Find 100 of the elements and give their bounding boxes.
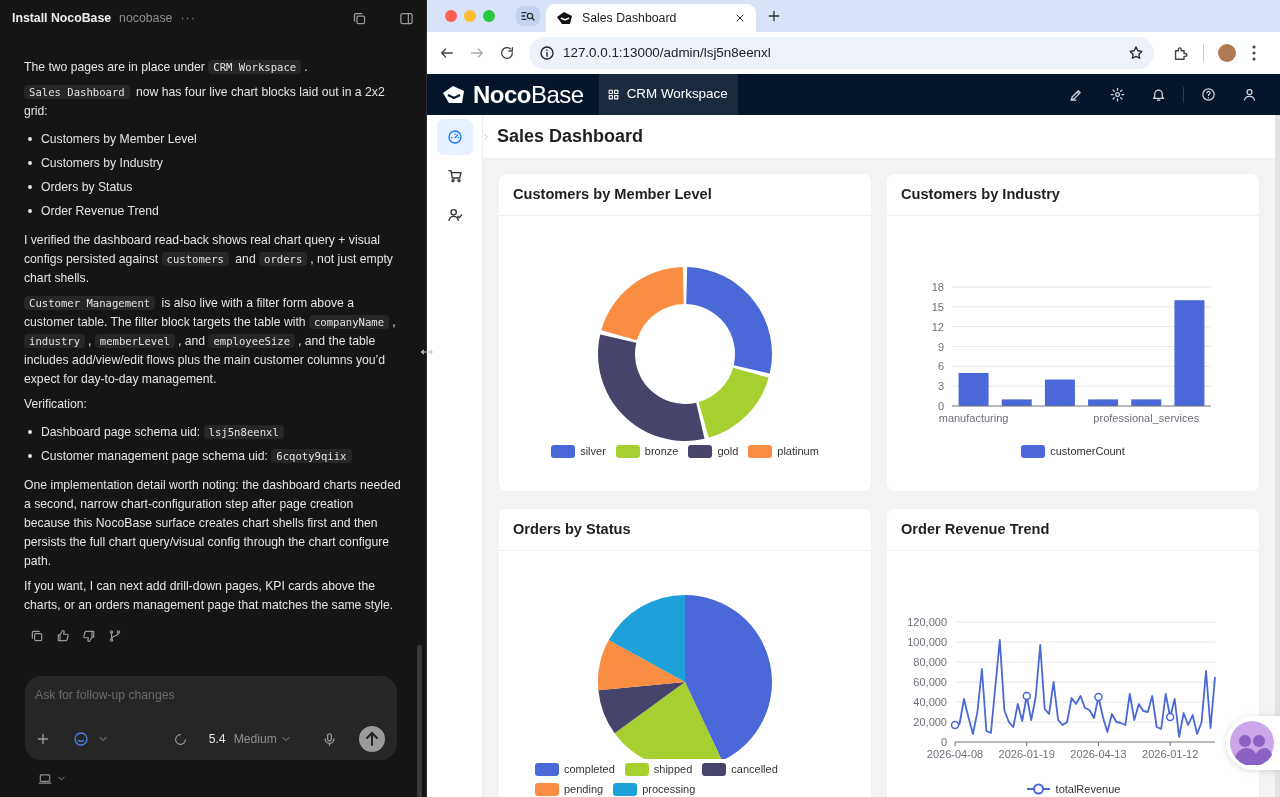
legend-swatch[interactable] (615, 444, 640, 458)
legend-swatch[interactable] (748, 444, 773, 458)
assistant-icon[interactable] (73, 731, 89, 747)
microphone-icon[interactable] (322, 731, 337, 747)
legend-label[interactable]: gold (717, 441, 739, 461)
legend-label[interactable]: customerCount (1050, 441, 1125, 461)
menu-tab[interactable]: CRM Workspace (598, 74, 738, 115)
legend-label[interactable]: platinum (777, 441, 819, 461)
model-version[interactable]: 5.4 (208, 729, 226, 749)
data-point-marker (1165, 712, 1175, 722)
close-tab-button[interactable] (734, 12, 746, 24)
kebab-menu-icon[interactable] (1252, 45, 1256, 61)
bullet-icon (28, 430, 32, 434)
legend-swatch[interactable] (613, 782, 638, 796)
axis-label: 60,000 (913, 676, 947, 688)
assistant-avatar[interactable] (1230, 721, 1274, 765)
list-item: Dashboard page schema uid: lsj5n8eenxl (41, 422, 287, 442)
bullet-icon (28, 185, 32, 189)
scrollbar[interactable] (1275, 115, 1280, 797)
send-button[interactable] (359, 726, 385, 752)
plus-icon[interactable] (35, 731, 51, 747)
card-title: Customers by Member Level (513, 184, 712, 204)
panel-toggle-icon[interactable] (399, 10, 414, 26)
logo-icon (556, 11, 574, 25)
legend-swatch[interactable] (535, 762, 559, 776)
logo-icon (441, 83, 467, 106)
paragraph: Verification: (24, 396, 88, 413)
extension-icon[interactable] (1172, 44, 1189, 62)
data-point-marker (1094, 692, 1103, 702)
bullet-icon (28, 161, 32, 165)
axis-label: 12 (931, 320, 944, 333)
axis-label: 15 (931, 300, 944, 313)
legend-swatch[interactable] (688, 444, 713, 458)
info-icon[interactable] (539, 45, 555, 61)
logo-text: NocoBase (473, 79, 584, 110)
copy-icon[interactable] (352, 10, 367, 26)
copy-icon[interactable] (30, 629, 44, 643)
paragraph: One implementation detail worth noting: the dashboard charts needed a second, narrow chart-configuration step after page creation because this NocoBase surface creates chart shells first and then persists the full chart query/visual config through the chart configure path. (24, 477, 402, 570)
bell-icon[interactable] (1151, 87, 1166, 102)
brush-icon[interactable] (1069, 87, 1084, 102)
legend-label[interactable]: completed (564, 759, 615, 779)
legend-label[interactable]: totalRevenue (1055, 779, 1121, 797)
legend-swatch[interactable] (535, 782, 559, 796)
axis-label: 2026-01-19 (998, 748, 1055, 759)
laptop-icon[interactable] (38, 771, 52, 786)
legend-label[interactable]: pending (564, 779, 604, 797)
user-icon[interactable] (1242, 87, 1257, 102)
help-icon[interactable] (1201, 87, 1216, 102)
list-item: Customer management page schema uid: 6cqoty9qiix (41, 446, 355, 466)
card-title: Customers by Industry (901, 184, 1060, 204)
branch-icon[interactable] (108, 629, 122, 643)
axis-label: 120,000 (907, 616, 947, 628)
data-point-marker (950, 720, 960, 730)
effort-selector[interactable]: Medium (233, 729, 277, 749)
back-button[interactable] (439, 45, 455, 61)
grid-icon (606, 88, 620, 101)
thumbs-up-icon[interactable] (56, 629, 70, 643)
legend-label[interactable]: silver (580, 441, 606, 461)
axis-label: 0 (940, 736, 947, 748)
legend-swatch[interactable] (551, 444, 576, 458)
project-name: nocobase (119, 9, 173, 27)
message-input[interactable]: Ask for follow-up changes (35, 686, 385, 705)
dashboard-icon (446, 129, 463, 145)
axis-label: 80,000 (913, 656, 947, 668)
star-icon[interactable] (1128, 45, 1144, 61)
paragraph: Customer Management is also live with a filter form above a customer table. The filter block targets the table with companyName , industry , memberLevel , and employeeSize , and the table includes add/view/edit flows plus the main customer columns you’d expect for day-to-day management. (24, 295, 397, 388)
reload-button[interactable] (499, 45, 515, 61)
legend-marker[interactable] (1025, 783, 1051, 795)
axis-label: 100,000 (907, 636, 947, 648)
sidebar-item[interactable] (436, 119, 473, 155)
list-item: Orders by Status (41, 178, 133, 196)
axis-label: 9 (937, 340, 944, 353)
legend-swatch[interactable] (702, 762, 727, 776)
bar (1001, 399, 1032, 406)
legend-swatch[interactable] (1021, 444, 1046, 458)
loading-spinner-icon (173, 732, 187, 746)
legend-swatch[interactable] (624, 762, 649, 776)
list-item: Customers by Industry (41, 154, 163, 172)
collapse-toggle-icon[interactable] (481, 131, 491, 142)
thumbs-down-icon[interactable] (82, 629, 96, 643)
axis-label: 40,000 (913, 696, 947, 708)
paragraph: Sales Dashboard now has four live chart blocks laid out in a 2x2 grid: (24, 84, 386, 120)
card-title: Orders by Status (513, 519, 631, 539)
new-tab-button[interactable] (766, 8, 782, 24)
axis-label: 6 (937, 360, 944, 373)
browser-tab[interactable]: Sales Dashboard (546, 4, 756, 32)
users-icon (446, 207, 463, 223)
legend-label[interactable]: bronze (644, 441, 679, 461)
bullet-icon (28, 454, 32, 458)
profile-avatar[interactable] (1218, 44, 1236, 62)
scrollbar[interactable] (417, 645, 422, 797)
page-title: Sales Dashboard (497, 125, 644, 148)
legend-label[interactable]: shipped (653, 759, 693, 779)
tab-search-button[interactable] (516, 6, 540, 26)
legend-label[interactable]: cancelled (731, 759, 778, 779)
paragraph: The two pages are in place under CRM Workspace . (24, 59, 309, 76)
settings-icon[interactable] (1110, 87, 1125, 102)
legend-label[interactable]: processing (642, 779, 696, 797)
more-button[interactable]: ··· (180, 8, 196, 28)
address-bar[interactable]: 127.0.0.1:13000/admin/lsj5n8eenxl (529, 37, 1154, 69)
